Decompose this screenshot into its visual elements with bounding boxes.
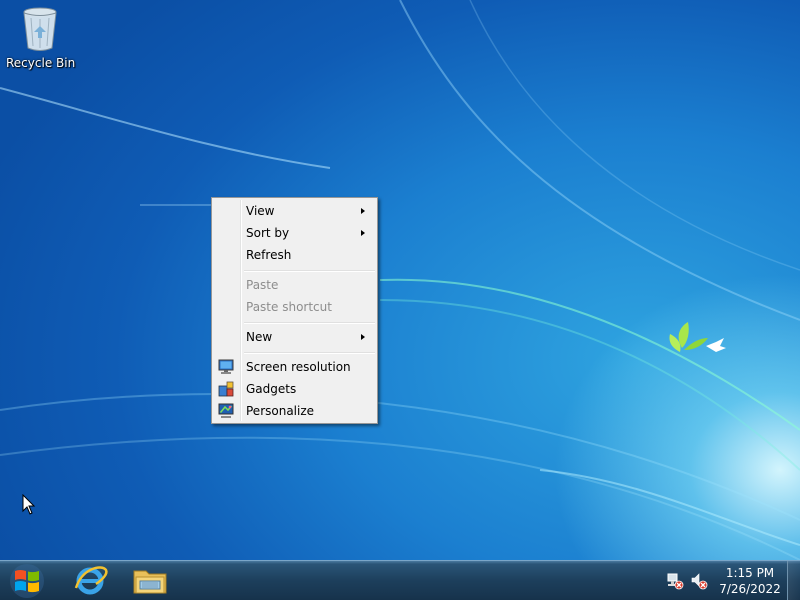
tray-clock[interactable]: 1:15 PM 7/26/2022 [712, 565, 788, 597]
recycle-bin-shortcut[interactable]: Recycle Bin [6, 6, 76, 70]
menu-item-label: Paste shortcut [246, 300, 332, 314]
menu-item-new[interactable]: New [214, 326, 375, 348]
menu-item-refresh[interactable]: Refresh [214, 244, 375, 266]
menu-item-personalize[interactable]: Personalize [214, 400, 375, 422]
recycle-bin-label: Recycle Bin [6, 56, 76, 70]
file-explorer-button[interactable] [122, 562, 178, 599]
gadgets-icon [218, 381, 234, 397]
menu-item-label: Sort by [246, 226, 290, 240]
clock-date: 7/26/2022 [719, 582, 781, 596]
submenu-arrow-icon [361, 208, 365, 214]
menu-item-label: View [246, 204, 275, 218]
internet-explorer-icon [74, 566, 108, 595]
show-desktop-button[interactable] [787, 561, 800, 600]
menu-item-paste-shortcut: Paste shortcut [214, 296, 375, 318]
mouse-cursor-icon [22, 494, 36, 515]
menu-item-view[interactable]: View [214, 200, 375, 222]
desktop[interactable]: Recycle Bin View Sort by Refresh Paste P… [0, 0, 800, 560]
network-warning-icon[interactable] [666, 572, 684, 590]
menu-separator [244, 270, 375, 272]
menu-item-label: Refresh [246, 248, 292, 262]
menu-item-label: Paste [246, 278, 279, 292]
menu-item-label: New [246, 330, 273, 344]
menu-separator [244, 352, 375, 354]
menu-item-paste: Paste [214, 274, 375, 296]
start-button[interactable] [0, 561, 54, 600]
taskbar: 1:15 PM 7/26/2022 [0, 560, 800, 600]
menu-item-label: Screen resolution [246, 360, 351, 374]
monitor-icon [218, 359, 234, 374]
menu-item-sort-by[interactable]: Sort by [214, 222, 375, 244]
file-explorer-icon [133, 570, 167, 594]
menu-item-screen-resolution[interactable]: Screen resolution [214, 356, 375, 378]
menu-item-label: Gadgets [246, 382, 297, 396]
internet-explorer-button[interactable] [62, 562, 118, 599]
personalize-icon [218, 403, 234, 418]
desktop-context-menu: View Sort by Refresh Paste Paste shortcu… [211, 197, 378, 424]
menu-item-label: Personalize [246, 404, 315, 418]
recycle-bin-icon [23, 7, 57, 51]
menu-item-gadgets[interactable]: Gadgets [214, 378, 375, 400]
wallpaper-swoosh [0, 0, 800, 560]
submenu-arrow-icon [361, 334, 365, 340]
volume-muted-icon[interactable] [690, 572, 708, 590]
submenu-arrow-icon [361, 230, 365, 236]
menu-separator [244, 322, 375, 324]
clock-time: 1:15 PM [725, 566, 775, 580]
windows-logo-icon [10, 564, 44, 598]
